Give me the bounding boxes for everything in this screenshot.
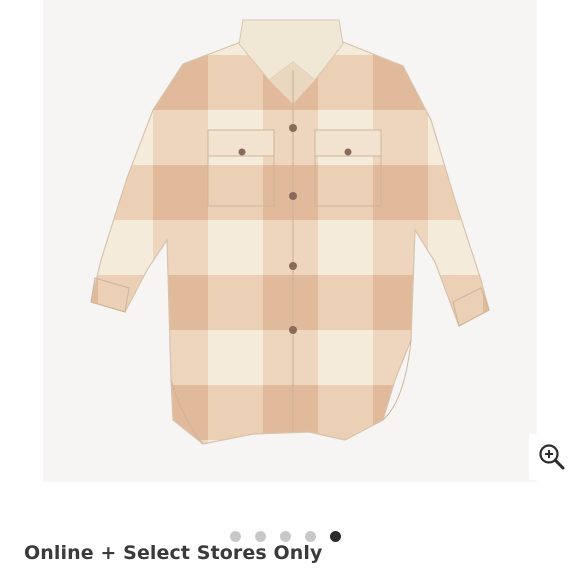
gallery-dot-1[interactable] <box>230 530 241 542</box>
product-image <box>90 19 490 445</box>
availability-label: Online + Select Stores Only <box>24 542 323 564</box>
gallery-dot-5[interactable] <box>330 530 341 542</box>
gallery-pagination <box>230 530 341 542</box>
gallery-dot-2[interactable] <box>255 530 266 542</box>
zoom-button[interactable] <box>529 434 575 480</box>
zoom-in-icon <box>539 444 565 470</box>
gallery-dot-4[interactable] <box>305 530 316 542</box>
gallery-dot-3[interactable] <box>280 530 291 542</box>
product-image-viewer[interactable] <box>43 0 575 482</box>
